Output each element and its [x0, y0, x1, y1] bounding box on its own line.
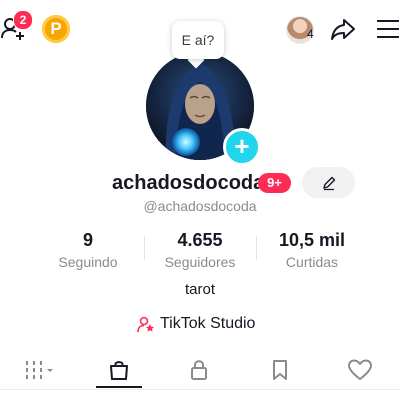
likes-stat[interactable]: 10,5 mil Curtidas	[257, 229, 367, 270]
tab-saved[interactable]	[240, 348, 320, 392]
notification-badge[interactable]: 9+	[258, 173, 291, 193]
following-label: Seguindo	[58, 254, 118, 270]
menu-button[interactable]	[377, 20, 399, 38]
share-button[interactable]	[330, 18, 356, 42]
following-stat[interactable]: 9 Seguindo	[33, 229, 143, 270]
tab-videos[interactable]	[0, 348, 80, 392]
share-icon	[331, 19, 355, 40]
shopping-bag-icon	[110, 361, 128, 380]
add-photo-button[interactable]: +	[223, 128, 261, 166]
likes-count: 10,5 mil	[278, 230, 346, 250]
selected-tab-indicator	[96, 386, 142, 388]
bookmark-icon	[273, 360, 287, 380]
following-count: 9	[82, 230, 93, 250]
grid-icon	[26, 361, 53, 379]
content-tabs	[0, 348, 400, 392]
edit-profile-button[interactable]	[302, 167, 355, 198]
profile-bio: tarot	[184, 281, 215, 298]
tiktok-studio-link[interactable]: TikTok Studio	[137, 313, 255, 335]
pencil-icon	[322, 176, 335, 190]
studio-icon	[137, 316, 154, 333]
studio-label: TikTok Studio	[160, 315, 256, 332]
heart-icon	[348, 359, 372, 380]
profile-handle: @achadosdocoda	[143, 198, 257, 214]
likes-label: Curtidas	[285, 254, 339, 270]
tab-private[interactable]	[159, 348, 239, 392]
followers-stat[interactable]: 4.655 Seguidores	[145, 229, 255, 270]
greeting-bubble[interactable]: E aí?	[172, 21, 224, 59]
followers-label: Seguidores	[164, 254, 236, 270]
tab-liked[interactable]	[320, 348, 400, 392]
followers-count: 4.655	[177, 230, 223, 250]
story-count: 4	[307, 27, 314, 41]
coin-button[interactable]: P	[42, 15, 70, 43]
plus-icon: +	[234, 131, 250, 161]
friend-requests-badge: 2	[13, 10, 33, 30]
lock-icon	[191, 360, 207, 380]
menu-icon	[377, 20, 399, 38]
profile-name: achadosdocoda	[112, 172, 265, 194]
tabs-divider	[0, 389, 400, 390]
